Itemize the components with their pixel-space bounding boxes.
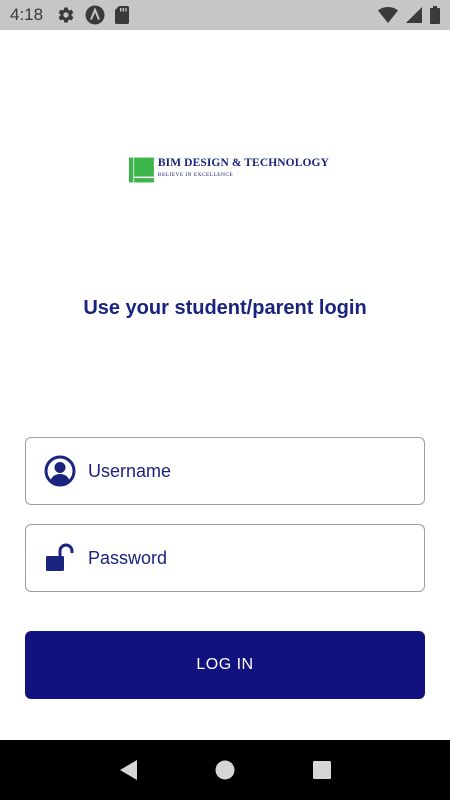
sd-card-icon [115, 6, 130, 24]
login-button[interactable]: LOG IN [25, 631, 425, 699]
home-icon[interactable] [205, 750, 245, 790]
login-screen: 4:18 BIM DESIGN & TECHNOLOGY BELIEVE IN … [0, 0, 450, 800]
school-logo: BIM DESIGN & TECHNOLOGY BELIEVE IN EXCEL… [129, 153, 329, 189]
logo-text: BIM DESIGN & TECHNOLOGY BELIEVE IN EXCEL… [158, 157, 329, 178]
gear-icon [57, 6, 75, 24]
login-heading: Use your student/parent login [83, 297, 367, 319]
username-input[interactable] [88, 451, 388, 491]
logo-mark-icon [129, 157, 154, 183]
logo-name: BIM DESIGN & TECHNOLOGY [157, 157, 329, 169]
battery-icon [430, 6, 440, 24]
logo-tagline: BELIEVE IN EXCELLENCE [157, 172, 234, 178]
back-icon[interactable] [108, 750, 148, 790]
status-time: 4:18 [10, 5, 44, 24]
recents-icon[interactable] [302, 750, 342, 790]
user-icon [44, 455, 76, 487]
password-input[interactable] [88, 538, 388, 578]
status-system-icons [378, 6, 440, 24]
wifi-icon [378, 7, 398, 23]
status-notification-icons [57, 5, 130, 25]
username-field[interactable] [25, 437, 425, 505]
password-field[interactable] [25, 524, 425, 592]
unlock-icon [44, 542, 76, 574]
navigation-bar [0, 740, 450, 800]
status-bar: 4:18 [0, 0, 450, 30]
cellular-icon [406, 7, 422, 23]
android-a-icon [85, 5, 105, 25]
